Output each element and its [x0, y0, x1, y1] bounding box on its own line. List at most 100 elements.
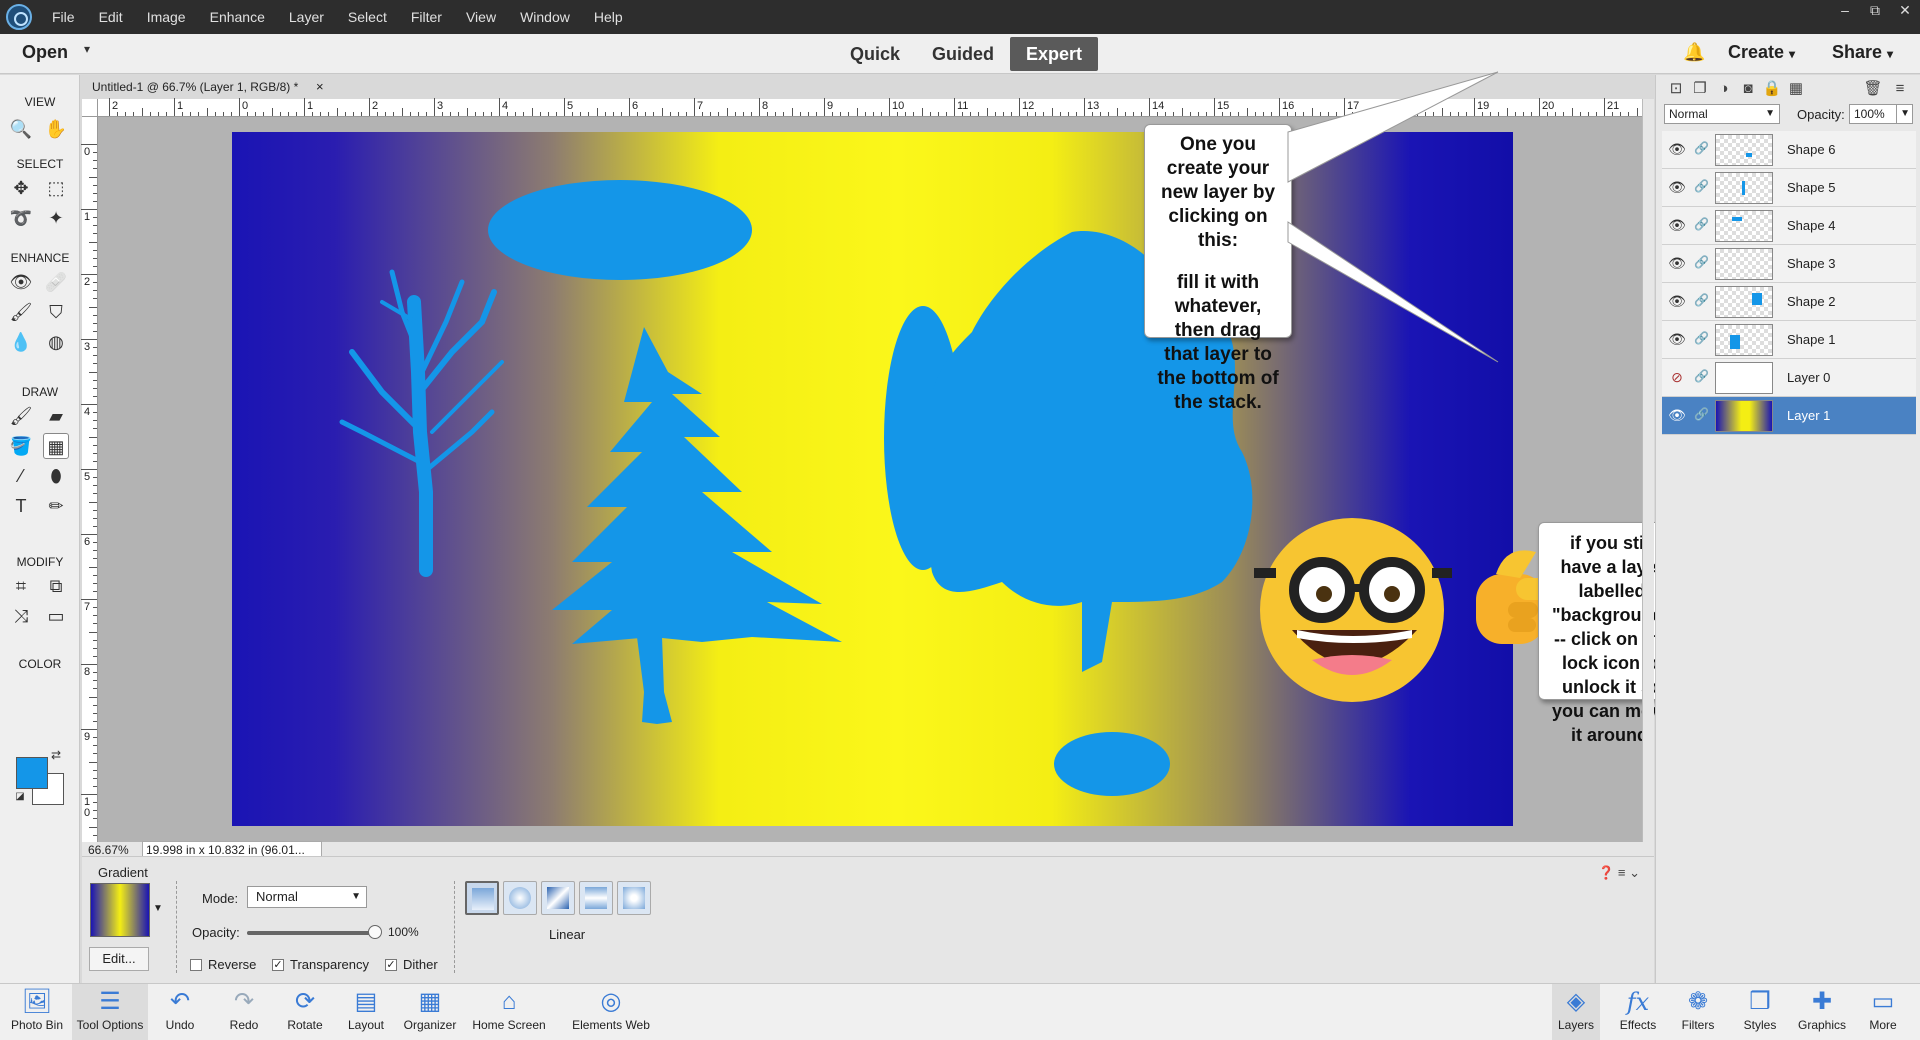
lock-all-icon[interactable]: 🔒: [1762, 79, 1782, 99]
filters-button[interactable]: ❁ Filters: [1674, 984, 1722, 1040]
layer-row-shape-4[interactable]: 👁 🔗 Shape 4: [1662, 207, 1916, 245]
spot-healing-tool-icon[interactable]: 🩹: [43, 269, 69, 295]
menu-view[interactable]: View: [454, 0, 508, 34]
lasso-tool-icon[interactable]: ➰: [8, 205, 34, 231]
brush-tool-icon[interactable]: 🖌: [8, 403, 34, 429]
menu-layer[interactable]: Layer: [277, 0, 336, 34]
notification-bell-icon[interactable]: 🔔: [1683, 42, 1705, 63]
crop-tool-icon[interactable]: ⌗: [8, 573, 34, 599]
diamond-gradient-button[interactable]: [617, 881, 651, 915]
tab-quick[interactable]: Quick: [834, 37, 916, 71]
menu-enhance[interactable]: Enhance: [198, 0, 277, 34]
recompose-tool-icon[interactable]: ⧉: [43, 573, 69, 599]
effects-button[interactable]: fx Effects: [1614, 984, 1662, 1040]
pencil-tool-icon[interactable]: ✏: [43, 493, 69, 519]
edit-gradient-button[interactable]: Edit...: [89, 947, 149, 971]
tab-expert[interactable]: Expert: [1010, 37, 1099, 71]
transparency-checkbox-box[interactable]: ✓: [272, 958, 284, 971]
reflected-gradient-button[interactable]: [579, 881, 613, 915]
menu-filter[interactable]: Filter: [399, 0, 454, 34]
layer-mask-icon[interactable]: ◙: [1738, 79, 1758, 99]
tool-options-button[interactable]: ☰ Tool Options: [72, 984, 148, 1040]
delete-layer-icon[interactable]: 🗑: [1863, 79, 1883, 99]
chevron-down-icon[interactable]: ▼: [1896, 105, 1910, 123]
move-tool-icon[interactable]: ✥: [8, 175, 34, 201]
photo-bin-button[interactable]: 🖼 Photo Bin: [6, 984, 68, 1040]
layer-row-shape-6[interactable]: 👁 🔗 Shape 6: [1662, 131, 1916, 169]
styles-button[interactable]: ❒ Styles: [1738, 984, 1782, 1040]
organizer-button[interactable]: ▦ Organizer: [400, 984, 460, 1040]
graphics-button[interactable]: ✚ Graphics: [1794, 984, 1850, 1040]
opacity-slider[interactable]: [247, 925, 382, 939]
elements-web-button[interactable]: ◎ Elements Web: [568, 984, 654, 1040]
opacity-slider-handle[interactable]: [368, 925, 382, 939]
angle-gradient-button[interactable]: [541, 881, 575, 915]
menu-file[interactable]: File: [40, 0, 87, 34]
link-icon[interactable]: 🔗: [1694, 293, 1709, 307]
lock-transparent-icon[interactable]: ▦: [1786, 79, 1806, 99]
new-layer-icon[interactable]: ⊡: [1666, 79, 1686, 99]
link-icon[interactable]: 🔗: [1694, 141, 1709, 155]
home-screen-button[interactable]: ⌂ Home Screen: [470, 984, 548, 1040]
visibility-eye-icon[interactable]: 👁: [1668, 217, 1686, 234]
blend-mode-select[interactable]: Normal ▼: [1664, 104, 1780, 124]
layer-row-shape-1[interactable]: 👁 🔗 Shape 1: [1662, 321, 1916, 359]
close-window-icon[interactable]: ✕: [1890, 0, 1920, 34]
dither-checkbox-box[interactable]: ✓: [385, 958, 397, 971]
minimize-icon[interactable]: –: [1830, 0, 1860, 34]
visibility-hidden-icon[interactable]: ⊘: [1668, 369, 1686, 386]
redo-button[interactable]: ↷ Redo: [224, 984, 264, 1040]
content-aware-move-tool-icon[interactable]: ⤨: [8, 603, 34, 629]
create-button[interactable]: Create ▾: [1728, 42, 1795, 63]
layer-row-shape-5[interactable]: 👁 🔗 Shape 5: [1662, 169, 1916, 207]
undo-button[interactable]: ↶ Undo: [160, 984, 200, 1040]
straighten-tool-icon[interactable]: ▭: [43, 603, 69, 629]
tool-options-help-icon[interactable]: ❓ ≡ ⌄: [1598, 865, 1640, 881]
foreground-color-swatch[interactable]: [16, 757, 48, 789]
menu-window[interactable]: Window: [508, 0, 582, 34]
reverse-checkbox-box[interactable]: [190, 958, 202, 971]
transparency-checkbox[interactable]: ✓ Transparency: [272, 957, 369, 972]
visibility-eye-icon[interactable]: 👁: [1668, 407, 1686, 424]
layer-row-layer-1[interactable]: 👁 🔗 Layer 1: [1662, 397, 1916, 435]
document-canvas[interactable]: One you create your new layer by clickin…: [232, 71, 1686, 826]
layer-row-layer-0[interactable]: ⊘ 🔗 Layer 0: [1662, 359, 1916, 397]
menu-edit[interactable]: Edit: [87, 0, 135, 34]
link-icon[interactable]: 🔗: [1694, 407, 1709, 421]
gradient-picker-chevron-icon[interactable]: ▼: [153, 903, 163, 914]
open-button[interactable]: Open: [22, 42, 68, 63]
eyedropper-tool-icon[interactable]: ⁄: [8, 463, 34, 489]
default-colors-icon[interactable]: ◪: [14, 791, 26, 803]
layers-button[interactable]: ◈ Layers: [1552, 984, 1600, 1040]
canvas-vertical-scrollbar[interactable]: [1642, 99, 1654, 842]
new-group-icon[interactable]: ❐: [1690, 79, 1710, 99]
close-document-icon[interactable]: ×: [316, 79, 324, 94]
clone-stamp-tool-icon[interactable]: ⛉: [43, 299, 69, 325]
dither-checkbox[interactable]: ✓ Dither: [385, 957, 438, 972]
gradient-tool-icon[interactable]: ▦: [43, 433, 69, 459]
magic-wand-tool-icon[interactable]: ✦: [43, 205, 69, 231]
share-button[interactable]: Share ▾: [1832, 42, 1893, 63]
rotate-button[interactable]: ⟳ Rotate: [282, 984, 328, 1040]
type-tool-icon[interactable]: T: [8, 493, 34, 519]
menu-image[interactable]: Image: [135, 0, 198, 34]
canvas-area[interactable]: One you create your new layer by clickin…: [98, 71, 1686, 842]
layout-button[interactable]: ▤ Layout: [344, 984, 388, 1040]
blur-tool-icon[interactable]: 💧: [8, 329, 34, 355]
link-icon[interactable]: 🔗: [1694, 369, 1709, 383]
hand-tool-icon[interactable]: ✋: [43, 116, 69, 142]
open-dropdown-icon[interactable]: ▾: [84, 42, 90, 56]
radial-gradient-button[interactable]: [503, 881, 537, 915]
panel-menu-icon[interactable]: ≡: [1890, 79, 1910, 99]
visibility-eye-icon[interactable]: 👁: [1668, 179, 1686, 196]
mode-select[interactable]: Normal ▼: [247, 886, 367, 908]
reverse-checkbox[interactable]: Reverse: [190, 957, 256, 972]
link-icon[interactable]: 🔗: [1694, 331, 1709, 345]
ellipse-tool-icon[interactable]: ⬮: [43, 463, 69, 489]
paint-bucket-tool-icon[interactable]: 🪣: [8, 433, 34, 459]
restore-icon[interactable]: ⧉: [1860, 0, 1890, 34]
link-icon[interactable]: 🔗: [1694, 179, 1709, 193]
opacity-input[interactable]: 100% ▼: [1849, 104, 1913, 124]
swap-colors-icon[interactable]: ⇄: [48, 747, 64, 763]
more-button[interactable]: ▭ More: [1862, 984, 1904, 1040]
